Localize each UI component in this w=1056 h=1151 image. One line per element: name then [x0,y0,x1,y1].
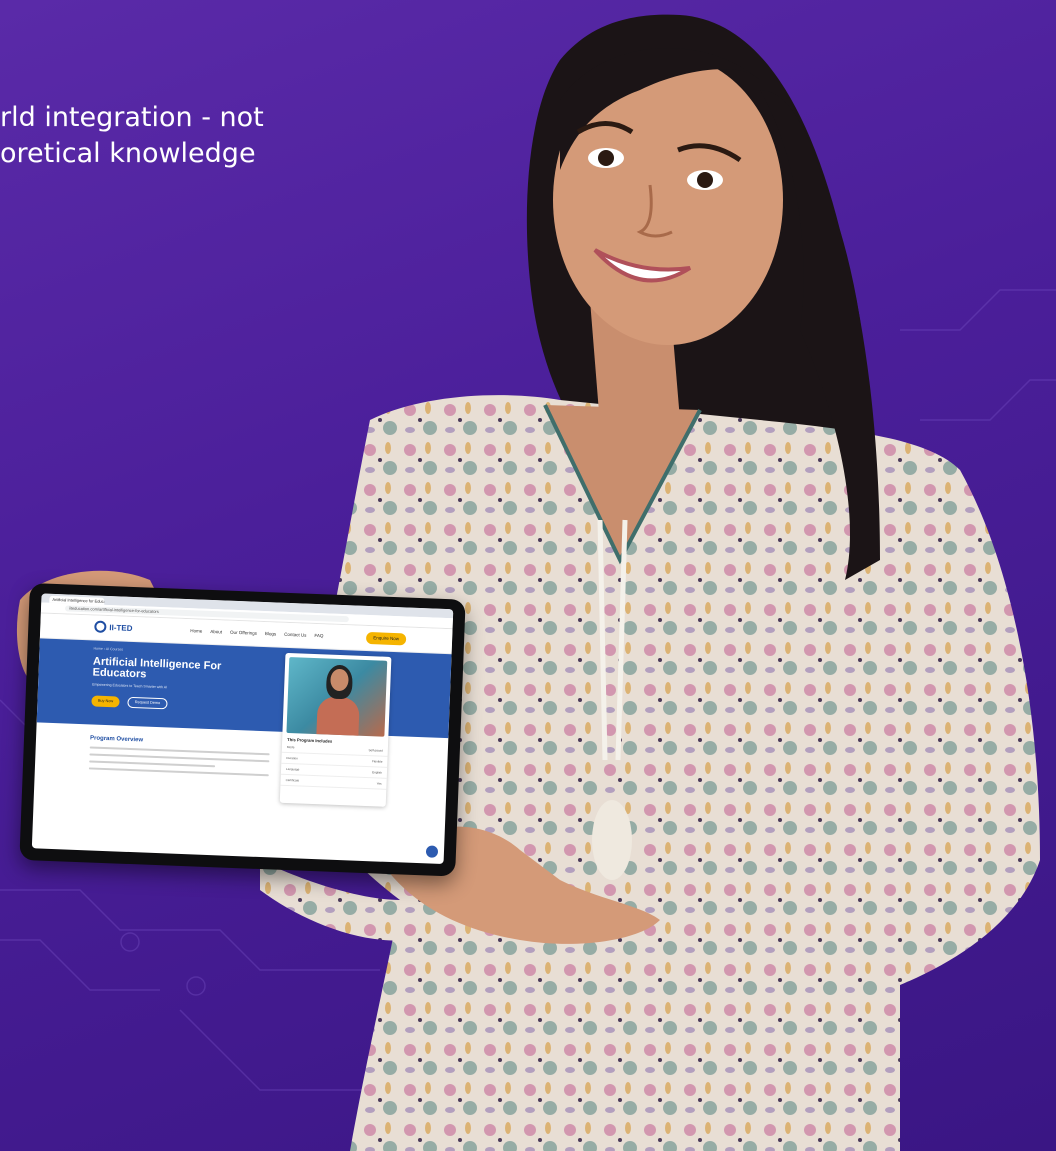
nav-item-contact[interactable]: Contact Us [284,632,306,638]
site-nav-menu: Home About Our Offerings Blogs Contact U… [190,628,323,638]
overview-title: Program Overview [89,735,144,744]
breadcrumb: Home › AI Courses [93,646,124,652]
hero-title: Artificial Intelligence For Educators [92,655,222,681]
request-demo-button[interactable]: Request Demo [127,696,168,710]
program-card: This Program Includes Mode Self-paced Dur… [279,652,392,807]
nav-item-blogs[interactable]: Blogs [265,631,276,636]
chat-icon[interactable] [425,845,439,858]
enquire-button[interactable]: Enquire Now [365,631,407,646]
nav-item-home[interactable]: Home [190,628,202,633]
teacher-photo [286,657,388,737]
nav-item-offerings[interactable]: Our Offerings [230,630,257,636]
logo-text: II-TED [109,622,133,633]
nav-item-about[interactable]: About [210,629,222,634]
site-logo[interactable]: II-TED [94,620,133,634]
tablet: Artificial Intelligence for Educators ii… [19,583,466,877]
program-overview: Program Overview [88,735,270,777]
hero-subtitle: Empowering Educators to Teach Smarter wi… [92,682,168,690]
logo-icon [94,620,107,633]
woman-photo [16,14,1040,1151]
buy-button[interactable]: Buy Now [91,695,120,708]
tablet-screen: Artificial Intelligence for Educators ii… [31,593,454,865]
nav-item-faq[interactable]: FAQ [314,633,323,638]
